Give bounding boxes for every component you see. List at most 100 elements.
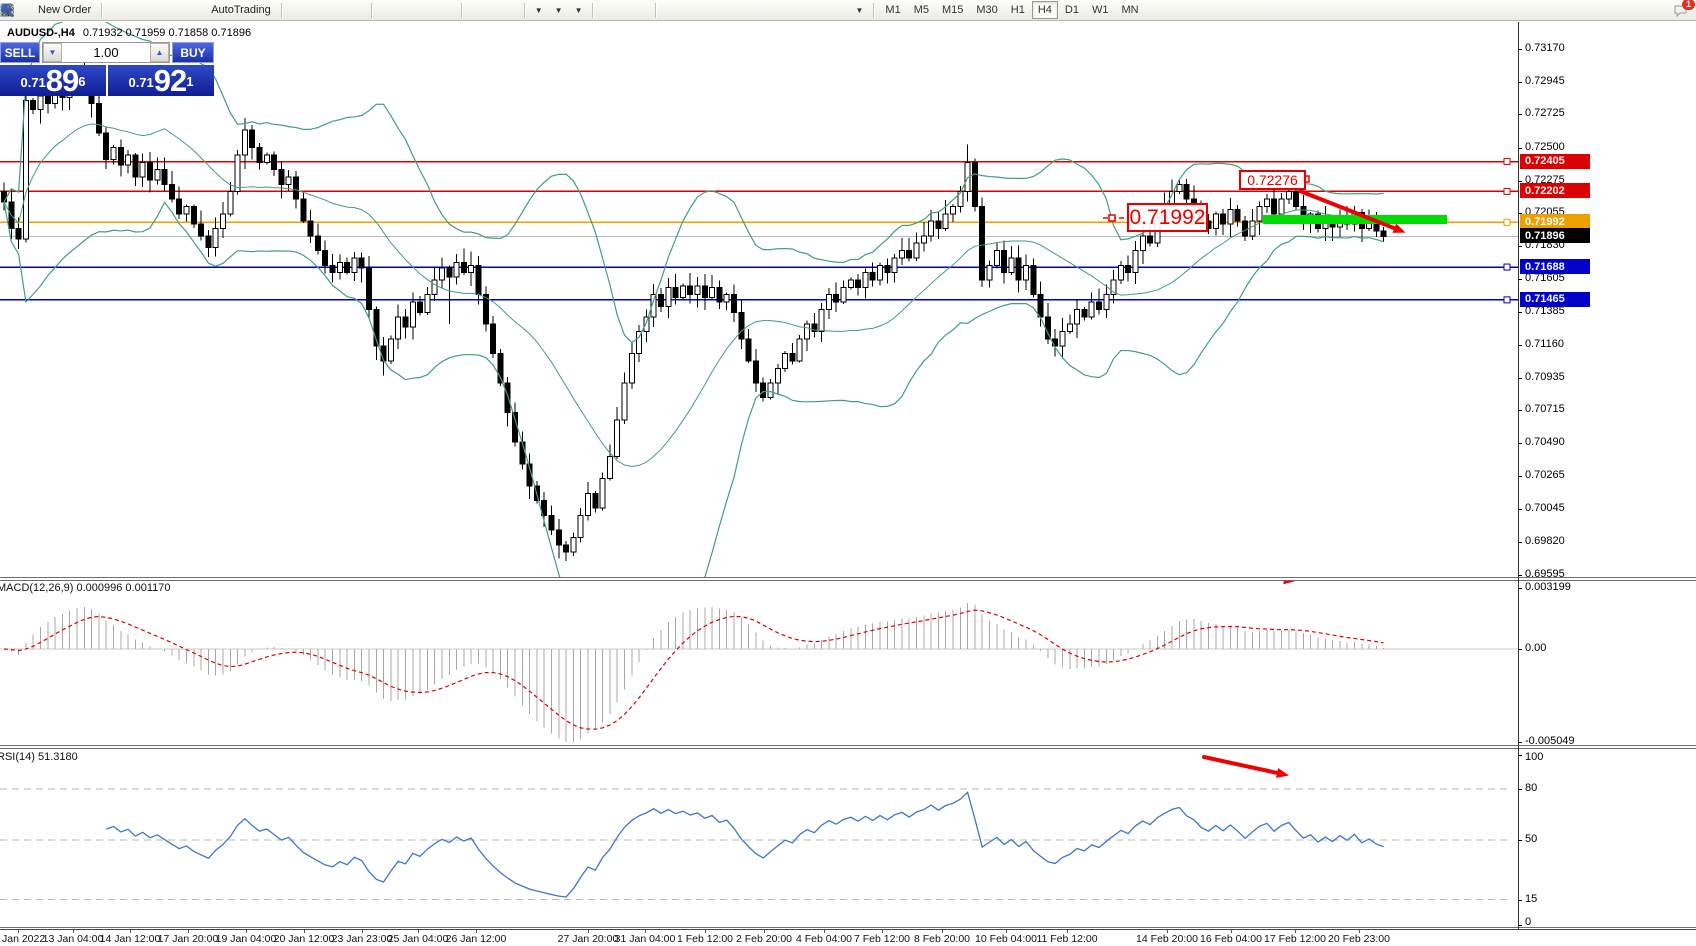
buy-price-display[interactable]: 0.71921 [108, 65, 214, 96]
sell-price-display[interactable]: 0.71896 [0, 65, 106, 96]
rsi-panel-separator[interactable] [0, 745, 1696, 749]
main-chart-area[interactable] [0, 22, 1518, 578]
candlestick-chart-icon[interactable] [314, 1, 339, 20]
price-axis-label: 0.71160 [1525, 338, 1564, 350]
price-axis-label: 0.72945 [1525, 75, 1565, 87]
timeframe-m5[interactable]: M5 [908, 1, 935, 19]
timeframe-m1[interactable]: M1 [879, 1, 906, 19]
macd-axis-tick [1518, 649, 1522, 650]
macd-panel-separator[interactable] [0, 577, 1696, 581]
price-axis-label: 0.71605 [1525, 272, 1565, 284]
line-chart-icon[interactable] [341, 1, 366, 20]
cursor-icon[interactable] [598, 1, 623, 20]
zoom-in-icon[interactable] [377, 1, 402, 20]
arrows-dropdown[interactable]: ▼ [850, 1, 868, 19]
arrange-right-icon[interactable] [494, 1, 519, 20]
timeframe-toolbar: M1M5M15M30H1H4D1W1MN [879, 1, 1144, 19]
chart-window: AUDUSD-,H4 0.71932 0.71959 0.71858 0.7189… [0, 22, 1696, 946]
price-axis-tag: 0.72202 [1520, 183, 1590, 198]
toolbar-separator [281, 3, 282, 18]
new-order-button[interactable]: New Order [15, 1, 96, 19]
label-tool-icon[interactable]: T [823, 1, 848, 20]
volume-value[interactable]: 1.00 [62, 43, 150, 62]
toolbar-separator [371, 3, 372, 18]
fibonacci-tool-icon[interactable]: F [769, 1, 794, 20]
price-axis-tick [1518, 246, 1522, 247]
timeframe-d1[interactable]: D1 [1059, 1, 1085, 19]
price-axis-tick [1518, 279, 1522, 280]
time-axis-label: 11 Feb 12:00 [1036, 933, 1097, 945]
macd-panel[interactable] [0, 581, 1518, 745]
templates-dropdown[interactable]: ▼ [570, 1, 588, 19]
price-axis-tag: 0.71896 [1520, 228, 1590, 243]
buy-button[interactable]: BUY [172, 42, 214, 63]
timeframe-h1[interactable]: H1 [1005, 1, 1031, 19]
time-axis-label: 4 Feb 04:00 [796, 933, 852, 945]
time-axis-label: 23 Jan 23:00 [332, 933, 393, 945]
crosshair-icon[interactable] [625, 1, 650, 20]
styles-icon[interactable] [107, 1, 132, 20]
macd-axis-label: 0.00 [1525, 642, 1546, 654]
text-tool-icon[interactable]: A [796, 1, 821, 20]
zoom-out-icon[interactable] [404, 1, 429, 20]
time-axis-tick [304, 930, 305, 933]
channel-tool-icon[interactable]: E [742, 1, 767, 20]
trendline-tool-icon[interactable] [715, 1, 740, 20]
price-axis-tick [1518, 542, 1522, 543]
volume-decrease-button[interactable]: ▼ [43, 43, 62, 62]
sell-price-prefix: 0.71 [20, 71, 45, 95]
timeframe-mn[interactable]: MN [1115, 1, 1144, 19]
time-axis-label: 16 Feb 04:00 [1200, 933, 1262, 945]
price-axis-label: 0.69595 [1525, 568, 1565, 580]
time-axis[interactable]: Jan 202213 Jan 04:0014 Jan 12:0017 Jan 2… [0, 929, 1696, 946]
time-axis-label: 10 Feb 04:00 [975, 933, 1037, 945]
annotation-price-label-lower[interactable]: 0.71992 [1127, 203, 1208, 232]
time-axis-label: 19 Jan 04:00 [216, 933, 277, 945]
new-order-label: New Order [38, 4, 91, 16]
vertical-line-tool-icon[interactable] [661, 1, 686, 20]
tile-windows-icon[interactable] [431, 1, 456, 20]
timeframe-m15[interactable]: M15 [936, 1, 969, 19]
price-axis-tag: 0.71465 [1520, 292, 1590, 307]
time-axis-label: 27 Jan 20:00 [558, 933, 619, 945]
price-axis-tag: 0.71688 [1520, 259, 1590, 274]
time-axis-tick [824, 930, 825, 933]
sell-button[interactable]: SELL [0, 42, 40, 63]
autotrading-icon [193, 3, 208, 18]
price-axis-tick [1518, 148, 1522, 149]
autotrading-button[interactable]: AutoTrading [188, 1, 276, 19]
search-icon[interactable] [1652, 3, 1667, 18]
time-axis-label: 20 Jan 12:00 [274, 933, 335, 945]
timeframe-m30[interactable]: M30 [970, 1, 1003, 19]
symbol-ohlc-values: 0.71932 0.71959 0.71858 0.71896 [83, 27, 251, 39]
time-axis-label: 13 Jan 04:00 [43, 933, 104, 945]
sell-price-sup: 6 [78, 65, 85, 99]
arrange-left-icon[interactable] [467, 1, 492, 20]
rsi-panel[interactable] [0, 749, 1518, 927]
macd-axis-label: 0.003199 [1525, 581, 1571, 593]
time-axis-tick [418, 930, 419, 933]
volume-increase-button[interactable]: ▲ [150, 43, 169, 62]
sell-price-big: 89 [46, 67, 78, 95]
macd-axis-label: -0.005049 [1525, 735, 1575, 747]
profiles-dropdown[interactable]: ▼ [550, 1, 568, 19]
notifications-icon[interactable]: 1 [1673, 3, 1688, 18]
price-axis-tick [1518, 181, 1522, 182]
time-axis-label: 14 Jan 12:00 [100, 933, 161, 945]
rsi-axis-tick [1518, 840, 1522, 841]
horizontal-line-tool-icon[interactable] [688, 1, 713, 20]
annotation-price-label-upper[interactable]: 0.72276 [1239, 170, 1306, 190]
signals-icon[interactable] [161, 1, 186, 20]
timeframe-h4[interactable]: H4 [1032, 1, 1058, 19]
new-chart-dropdown[interactable]: ▼ [530, 1, 548, 19]
rsi-axis-label: 0 [1525, 916, 1531, 928]
time-axis-tick [130, 930, 131, 933]
time-axis-tick [188, 930, 189, 933]
profile-icon[interactable] [134, 1, 159, 20]
price-axis-label: 0.70490 [1525, 436, 1565, 448]
bar-chart-icon[interactable] [287, 1, 312, 20]
price-axis-tick [1518, 509, 1522, 510]
symbol-name: AUDUSD-,H4 [7, 27, 75, 39]
timeframe-w1[interactable]: W1 [1086, 1, 1115, 19]
main-toolbar: New Order AutoTrading [0, 0, 1696, 21]
